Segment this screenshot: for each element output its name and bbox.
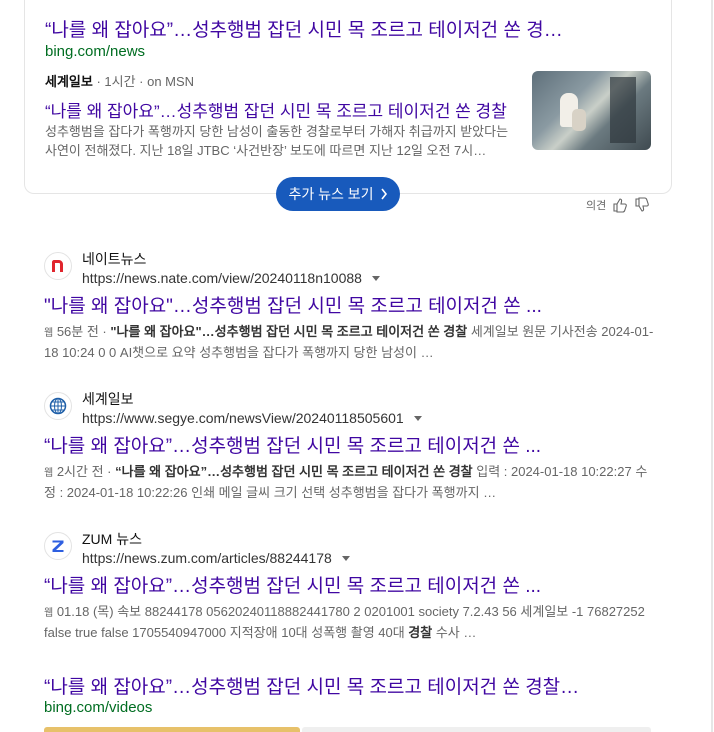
snippet-bold: "나를 왜 잡아요"…성추행범 잡던 시민 목 조르고 테이저건 쏜 경찰 <box>110 324 468 339</box>
caret-down-icon[interactable] <box>413 415 422 421</box>
search-result: 네이트뉴스 https://news.nate.com/view/2024011… <box>44 250 664 362</box>
site-name: 세계일보 <box>82 391 134 407</box>
site-name: 네이트뉴스 <box>82 251 147 267</box>
result-url: https://news.zum.com/articles/88244178 <box>82 548 350 568</box>
news-card-title[interactable]: “나를 왜 잡아요”…성추행범 잡던 시민 목 조르고 테이저건 쏜 경찰… <box>45 15 565 42</box>
snippet-bold: “나를 왜 잡아요”…성추행범 잡던 시민 목 조르고 테이저건 쏜 경찰 <box>115 464 473 479</box>
result-snippet: 웹 56분 전 · "나를 왜 잡아요"…성추행범 잡던 시민 목 조르고 테이… <box>44 322 654 362</box>
chevron-right-icon <box>380 188 387 200</box>
snippet-date: 2시간 전 · <box>56 464 116 479</box>
news-article-title[interactable]: “나를 왜 잡아요”…성추행범 잡던 시민 목 조르고 테이저건 쏜 경찰 <box>45 97 515 122</box>
caret-down-icon[interactable] <box>341 555 350 561</box>
result-title[interactable]: "나를 왜 잡아요"…성추행범 잡던 시민 목 조르고 테이저건 쏜 ... <box>44 291 664 318</box>
snippet-text-end: 수사 … <box>432 625 477 640</box>
web-badge: 웹 <box>44 468 54 479</box>
caret-down-icon[interactable] <box>371 275 380 281</box>
feedback-label: 의견 <box>586 200 607 212</box>
more-news-button[interactable]: 추가 뉴스 보기 <box>276 177 400 211</box>
news-card: “나를 왜 잡아요”…성추행범 잡던 시민 목 조르고 테이저건 쏜 경찰… b… <box>24 0 672 194</box>
thumbs-up-icon[interactable] <box>612 197 628 213</box>
publisher-name: 세계일보 <box>45 74 93 89</box>
news-card-domain[interactable]: bing.com/news <box>45 43 145 60</box>
feedback-bar: 의견 <box>586 197 650 213</box>
thumbs-down-icon[interactable] <box>634 197 650 213</box>
result-snippet: 웹 2시간 전 · “나를 왜 잡아요”…성추행범 잡던 시민 목 조르고 테이… <box>44 462 654 502</box>
result-title[interactable]: “나를 왜 잡아요”…성추행범 잡던 시민 목 조르고 테이저건 쏜 ... <box>44 571 664 598</box>
segye-logo-icon <box>44 392 72 420</box>
snippet-date: 56분 전 · <box>56 324 111 339</box>
video-result-domain[interactable]: bing.com/videos <box>44 699 152 716</box>
news-thumbnail[interactable] <box>532 71 651 150</box>
url-text: https://news.zum.com/articles/88244178 <box>82 550 332 566</box>
thumb-figure-2 <box>572 109 586 131</box>
result-title[interactable]: “나를 왜 잡아요”…성추행범 잡던 시민 목 조르고 테이저건 쏜 ... <box>44 431 664 458</box>
result-url: https://www.segye.com/newsView/202401185… <box>82 408 422 428</box>
news-source-line: 세계일보 · 1시간 · on MSN <box>45 71 194 90</box>
url-text: https://www.segye.com/newsView/202401185… <box>82 410 404 426</box>
news-article-snippet: 성추행범을 잡다가 폭행까지 당한 남성이 출동한 경찰로부터 가해자 취급까지… <box>45 124 509 158</box>
video-thumbnail[interactable] <box>44 727 300 732</box>
url-text: https://news.nate.com/view/20240118n1008… <box>82 270 362 286</box>
snippet-bold: 경찰 <box>408 625 433 640</box>
result-site[interactable]: 세계일보 https://www.segye.com/newsView/2024… <box>44 390 664 428</box>
video-thumbnail-placeholder <box>302 727 651 732</box>
video-result-title[interactable]: “나를 왜 잡아요”…성추행범 잡던 시민 목 조르고 테이저건 쏜 경찰 … <box>44 672 584 699</box>
site-name: ZUM 뉴스 <box>82 531 142 547</box>
publish-meta: · 1시간 · on MSN <box>96 74 195 89</box>
snippet-text: 01.18 (목) 속보 88244178 056202401188824417… <box>44 604 645 640</box>
web-badge: 웹 <box>44 608 54 619</box>
nate-logo-icon <box>44 252 72 280</box>
result-snippet: 웹 01.18 (목) 속보 88244178 0562024011888244… <box>44 602 654 642</box>
page-right-border <box>711 0 713 732</box>
search-result: ZUM 뉴스 https://news.zum.com/articles/882… <box>44 530 664 642</box>
more-news-label: 추가 뉴스 보기 <box>288 186 374 202</box>
web-badge: 웹 <box>44 328 54 339</box>
search-result: 세계일보 https://www.segye.com/newsView/2024… <box>44 390 664 502</box>
video-thumbnail-strip[interactable] <box>44 727 651 732</box>
zum-logo-icon <box>44 532 72 560</box>
result-url: https://news.nate.com/view/20240118n1008… <box>82 268 380 288</box>
result-site[interactable]: 네이트뉴스 https://news.nate.com/view/2024011… <box>44 250 664 288</box>
thumb-door <box>610 77 636 143</box>
result-site[interactable]: ZUM 뉴스 https://news.zum.com/articles/882… <box>44 530 664 568</box>
